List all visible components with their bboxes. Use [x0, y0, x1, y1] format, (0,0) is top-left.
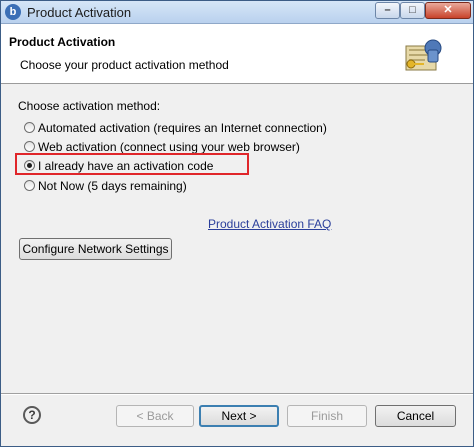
option-label: Not Now (5 days remaining)	[38, 178, 187, 193]
help-icon[interactable]: ?	[23, 406, 41, 424]
minimize-button[interactable]: –	[375, 2, 400, 19]
option-label: I already have an activation code	[38, 158, 214, 173]
back-button[interactable]: < Back	[116, 405, 194, 427]
radio-button-selected[interactable]	[24, 160, 35, 172]
page-title: Product Activation	[9, 35, 116, 49]
option-web-activation[interactable]: Web activation (connect using your web b…	[24, 138, 300, 154]
maximize-button[interactable]: □	[400, 2, 425, 19]
finish-button[interactable]: Finish	[287, 405, 367, 427]
activation-dialog: b Product Activation – □ ✕ Product Activ…	[0, 0, 474, 447]
next-button[interactable]: Next >	[199, 405, 279, 427]
title-bar[interactable]: b Product Activation – □ ✕	[1, 1, 473, 24]
window-title: Product Activation	[27, 5, 132, 20]
app-logo-icon: b	[5, 4, 21, 20]
radio-button[interactable]	[24, 141, 35, 153]
option-label: Automated activation (requires an Intern…	[38, 120, 327, 135]
configure-network-button[interactable]: Configure Network Settings	[19, 238, 172, 260]
option-automated-activation[interactable]: Automated activation (requires an Intern…	[24, 119, 327, 135]
activation-faq-link[interactable]: Product Activation FAQ	[208, 217, 331, 231]
footer-divider	[1, 393, 473, 395]
radio-button[interactable]	[24, 180, 35, 192]
close-button[interactable]: ✕	[425, 2, 471, 19]
radio-button[interactable]	[24, 122, 35, 134]
option-label: Web activation (connect using your web b…	[38, 139, 300, 154]
option-not-now[interactable]: Not Now (5 days remaining)	[24, 177, 187, 193]
cancel-button[interactable]: Cancel	[375, 405, 456, 427]
key-certificate-icon	[405, 39, 442, 71]
option-have-activation-code[interactable]: I already have an activation code	[24, 157, 213, 173]
page-subtitle: Choose your product activation method	[20, 58, 229, 72]
header-banner: Product Activation Choose your product a…	[1, 24, 473, 84]
activation-method-label: Choose activation method:	[18, 99, 161, 113]
